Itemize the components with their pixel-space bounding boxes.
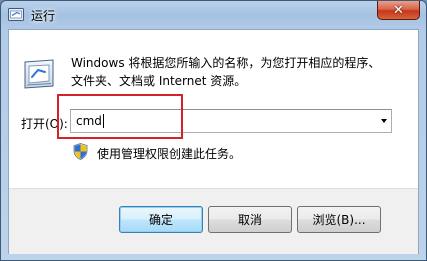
run-icon — [8, 8, 24, 21]
title-bar[interactable]: 运行 ✕ — [1, 1, 426, 29]
description-line-1: Windows 将根据您所输入的名称，为您打开相应的程序、 — [71, 56, 381, 70]
close-icon: ✕ — [393, 2, 404, 18]
run-dialog: 运行 ✕ Windows 将根据您所输入的名称，为您打开相应的程序、 文件夹、文… — [0, 0, 427, 261]
open-label: 打开(O): — [21, 117, 68, 131]
cancel-button[interactable]: 取消 — [208, 206, 292, 233]
uac-shield-icon — [73, 143, 88, 160]
description-line-2: 文件夹、文档或 Internet 资源。 — [71, 74, 247, 88]
dialog-body: Windows 将根据您所输入的名称，为您打开相应的程序、 文件夹、文档或 In… — [8, 29, 419, 254]
chevron-down-icon[interactable] — [381, 119, 387, 123]
window-title: 运行 — [31, 9, 56, 23]
browse-button[interactable]: 浏览(B)... — [297, 206, 381, 233]
admin-notice: 使用管理权限创建此任务。 — [97, 147, 242, 161]
open-input-value[interactable]: cmd — [76, 114, 104, 128]
run-icon — [24, 59, 54, 89]
ok-button[interactable]: 确定 — [119, 206, 203, 233]
open-combobox[interactable]: cmd — [70, 109, 392, 133]
close-button[interactable]: ✕ — [377, 1, 420, 20]
description-text: Windows 将根据您所输入的名称，为您打开相应的程序、 文件夹、文档或 In… — [71, 54, 401, 90]
